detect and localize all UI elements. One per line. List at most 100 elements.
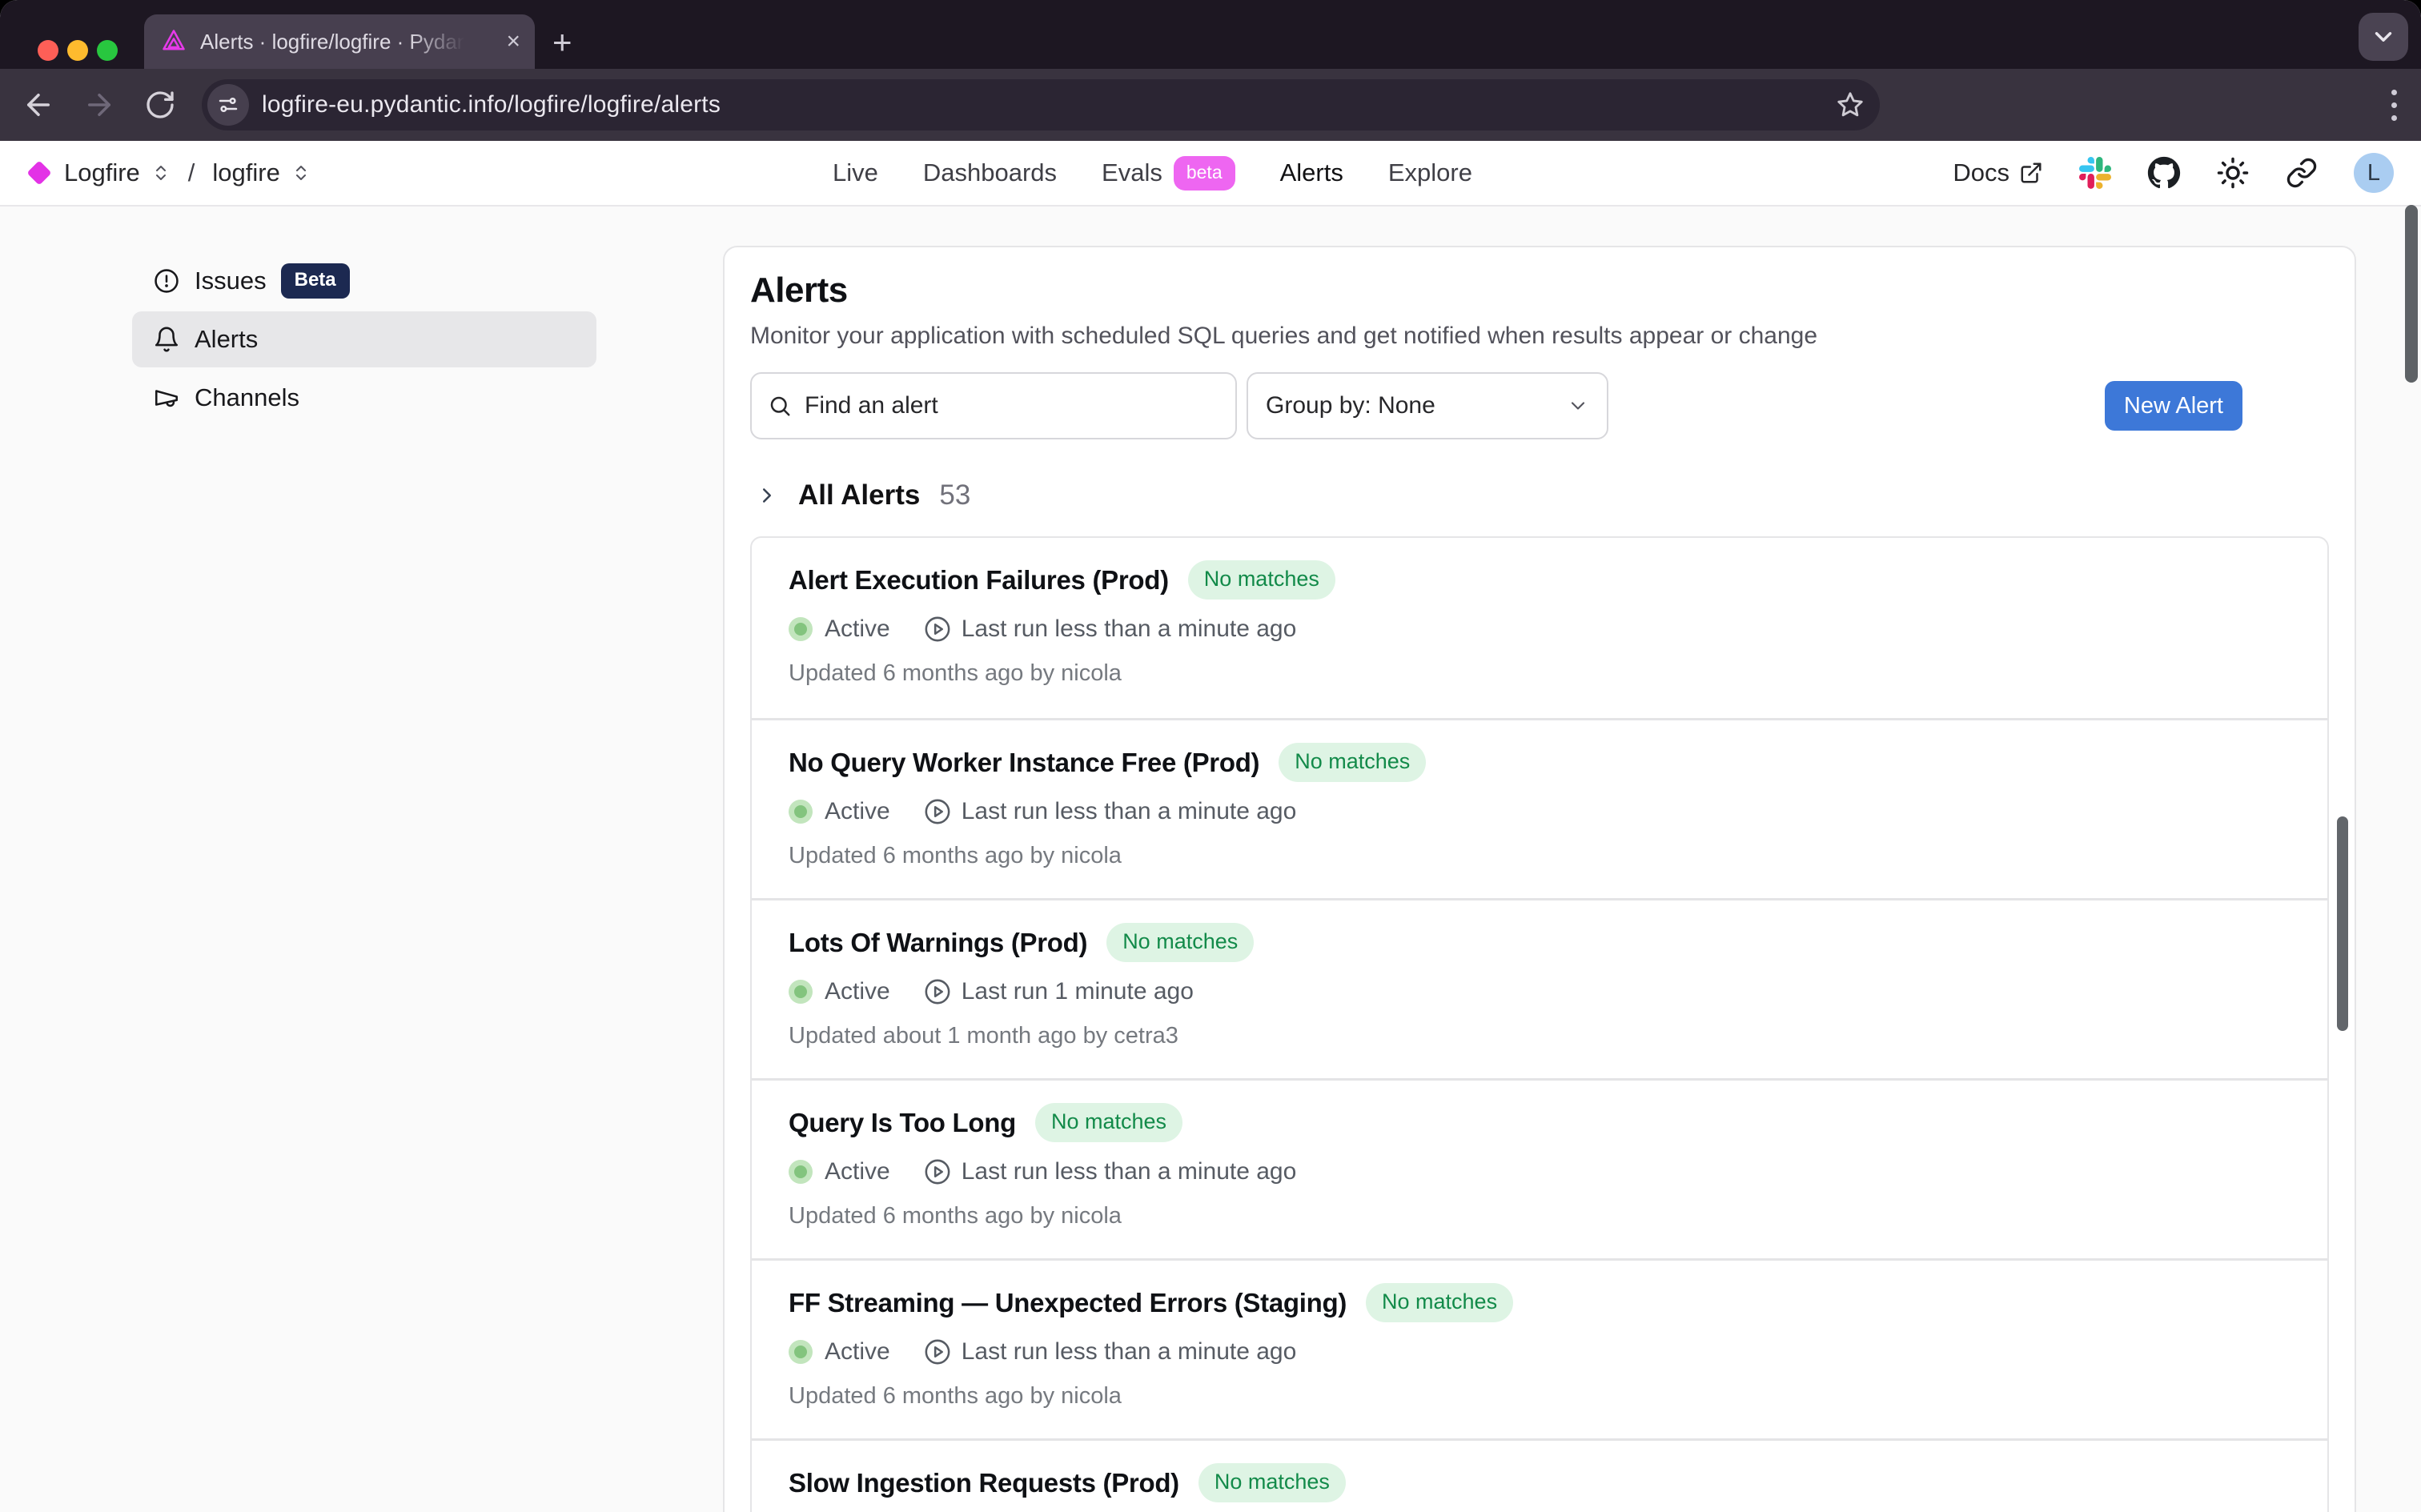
alerts-panel: Alerts Monitor your application with sch… bbox=[723, 246, 2356, 1512]
tab-search-button[interactable] bbox=[2359, 13, 2408, 61]
new-alert-button[interactable]: New Alert bbox=[2105, 381, 2242, 431]
alert-last-run: Last run 1 minute ago bbox=[962, 978, 1194, 1005]
group-count: 53 bbox=[939, 479, 970, 511]
sidebar-item-channels[interactable]: Channels bbox=[132, 375, 596, 421]
browser-tab[interactable]: Alerts · logfire/logfire · Pydant × bbox=[144, 14, 535, 69]
group-label: All Alerts bbox=[798, 479, 920, 511]
play-circle-icon bbox=[924, 616, 951, 643]
window-scrollbar-thumb[interactable] bbox=[2405, 205, 2418, 383]
docs-link[interactable]: Docs bbox=[1953, 158, 2043, 187]
close-window-button[interactable] bbox=[38, 40, 58, 61]
org-switcher[interactable]: Logfire bbox=[64, 158, 140, 187]
tab-title-fade bbox=[408, 30, 464, 54]
alert-title: No Query Worker Instance Free (Prod) bbox=[789, 748, 1259, 778]
no-matches-badge: No matches bbox=[1198, 1463, 1346, 1502]
alert-title: Alert Execution Failures (Prod) bbox=[789, 565, 1169, 596]
no-matches-badge: No matches bbox=[1366, 1283, 1513, 1322]
back-button[interactable] bbox=[21, 87, 56, 122]
alert-last-run: Last run less than a minute ago bbox=[962, 616, 1297, 643]
page-title: Alerts bbox=[750, 270, 2329, 311]
all-alerts-group-header[interactable]: All Alerts 53 bbox=[750, 475, 2329, 516]
active-status-dot-icon bbox=[789, 617, 813, 641]
alert-status: Active bbox=[825, 616, 890, 643]
alert-row[interactable]: Query Is Too Long No matches Active Last… bbox=[752, 1078, 2327, 1258]
tab-title: Alerts · logfire/logfire · Pydant bbox=[200, 30, 464, 54]
search-icon bbox=[768, 394, 792, 418]
chevron-down-icon bbox=[1567, 395, 1589, 417]
app-header: Logfire / logfire Live Dashboards Evals … bbox=[0, 141, 2421, 207]
new-tab-button[interactable]: + bbox=[552, 26, 572, 59]
alert-status: Active bbox=[825, 1158, 890, 1185]
site-settings-icon[interactable] bbox=[207, 84, 249, 126]
page-content: Issues Beta Alerts Channels Alerts Monit… bbox=[0, 208, 2421, 1512]
no-matches-badge: No matches bbox=[1279, 743, 1426, 782]
breadcrumb: Logfire / logfire bbox=[30, 141, 311, 205]
nav-alerts[interactable]: Alerts bbox=[1280, 158, 1343, 187]
alert-last-run: Last run less than a minute ago bbox=[962, 798, 1297, 825]
bookmark-star-icon[interactable] bbox=[1835, 90, 1865, 120]
project-switcher[interactable]: logfire bbox=[212, 158, 279, 187]
active-status-dot-icon bbox=[789, 1160, 813, 1184]
alert-row[interactable]: No Query Worker Instance Free (Prod) No … bbox=[752, 718, 2327, 898]
browser-tab-strip: Alerts · logfire/logfire · Pydant × + bbox=[0, 0, 2421, 69]
sidebar-item-label: Alerts bbox=[195, 325, 258, 354]
alert-status: Active bbox=[825, 978, 890, 1005]
nav-live[interactable]: Live bbox=[833, 158, 878, 187]
alert-updated: Updated 6 months ago by nicola bbox=[789, 843, 2291, 869]
alert-row[interactable]: Alert Execution Failures (Prod) No match… bbox=[752, 538, 2327, 718]
bell-icon bbox=[153, 326, 180, 353]
browser-menu-icon[interactable] bbox=[2378, 86, 2410, 123]
pydantic-favicon-icon bbox=[160, 28, 187, 55]
active-status-dot-icon bbox=[789, 1340, 813, 1364]
breadcrumb-separator: / bbox=[188, 158, 195, 187]
alert-title: FF Streaming — Unexpected Errors (Stagin… bbox=[789, 1288, 1347, 1318]
browser-toolbar: logfire-eu.pydantic.info/logfire/logfire… bbox=[0, 69, 2421, 141]
theme-toggle-sun-icon[interactable] bbox=[2216, 156, 2250, 190]
alert-title: Lots Of Warnings (Prod) bbox=[789, 928, 1087, 958]
chevron-right-icon[interactable] bbox=[755, 483, 779, 507]
alert-title: Query Is Too Long bbox=[789, 1108, 1016, 1138]
browser-window: Alerts · logfire/logfire · Pydant × + bbox=[0, 0, 2421, 1512]
list-scrollbar-thumb[interactable] bbox=[2337, 816, 2348, 1031]
url-bar[interactable]: logfire-eu.pydantic.info/logfire/logfire… bbox=[202, 79, 1880, 130]
play-circle-icon bbox=[924, 1158, 951, 1185]
header-actions: Docs L bbox=[1953, 141, 2394, 205]
alert-updated: Updated about 1 month ago by cetra3 bbox=[789, 1023, 2291, 1049]
alert-row[interactable]: Slow Ingestion Requests (Prod) No matche… bbox=[752, 1438, 2327, 1512]
nav-dashboards[interactable]: Dashboards bbox=[923, 158, 1057, 187]
user-avatar[interactable]: L bbox=[2354, 153, 2394, 193]
sidebar-item-alerts[interactable]: Alerts bbox=[132, 311, 596, 367]
reload-button[interactable] bbox=[143, 87, 178, 122]
alerts-controls: Group by: None New Alert bbox=[750, 372, 2329, 439]
tab-close-icon[interactable]: × bbox=[506, 30, 520, 54]
app-nav: Live Dashboards Evals beta Alerts Explor… bbox=[833, 141, 1472, 205]
sidebar-item-label: Issues bbox=[195, 267, 267, 295]
sidebar-item-issues[interactable]: Issues Beta bbox=[132, 258, 596, 304]
forward-button[interactable] bbox=[82, 87, 117, 122]
alert-search[interactable] bbox=[750, 372, 1237, 439]
nav-explore[interactable]: Explore bbox=[1388, 158, 1472, 187]
slack-icon[interactable] bbox=[2078, 156, 2112, 190]
zoom-window-button[interactable] bbox=[97, 40, 118, 61]
active-status-dot-icon bbox=[789, 800, 813, 824]
alert-updated: Updated 6 months ago by nicola bbox=[789, 660, 2291, 687]
group-by-select[interactable]: Group by: None bbox=[1247, 372, 1608, 439]
share-link-icon[interactable] bbox=[2285, 156, 2319, 190]
github-icon[interactable] bbox=[2147, 156, 2181, 190]
alert-status: Active bbox=[825, 1338, 890, 1366]
alert-row[interactable]: FF Streaming — Unexpected Errors (Stagin… bbox=[752, 1258, 2327, 1438]
no-matches-badge: No matches bbox=[1035, 1103, 1182, 1142]
no-matches-badge: No matches bbox=[1188, 560, 1335, 600]
chevrons-up-down-icon[interactable] bbox=[151, 163, 171, 182]
alert-last-run: Last run less than a minute ago bbox=[962, 1338, 1297, 1366]
logfire-logo-icon bbox=[26, 160, 51, 185]
alert-list: Alert Execution Failures (Prod) No match… bbox=[750, 536, 2329, 1512]
nav-evals[interactable]: Evals beta bbox=[1102, 156, 1235, 191]
url-text[interactable]: logfire-eu.pydantic.info/logfire/logfire… bbox=[262, 91, 1835, 118]
chevrons-up-down-icon[interactable] bbox=[291, 163, 311, 182]
issues-beta-badge: Beta bbox=[281, 263, 350, 299]
alert-row[interactable]: Lots Of Warnings (Prod) No matches Activ… bbox=[752, 898, 2327, 1078]
minimize-window-button[interactable] bbox=[67, 40, 88, 61]
search-input[interactable] bbox=[805, 392, 1219, 419]
no-matches-badge: No matches bbox=[1106, 923, 1254, 962]
